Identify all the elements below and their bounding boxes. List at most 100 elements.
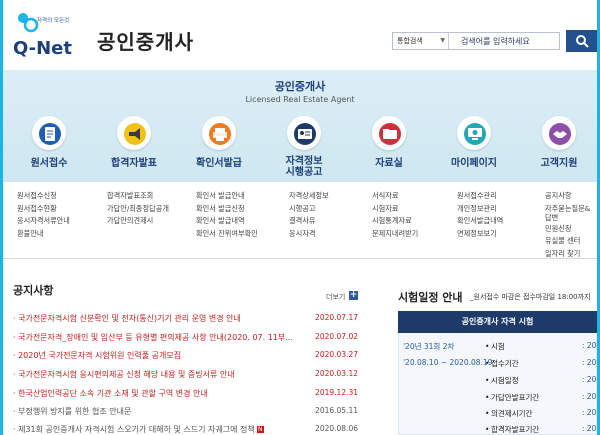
menu-qualification-info[interactable]: 자격정보 시행공고 [264, 116, 344, 178]
menu-mypage[interactable]: 마이페이지 [434, 116, 514, 169]
notice-row-date: 2016.05.11 [315, 406, 358, 415]
notice-row-date: 2020.07.02 [315, 332, 358, 341]
submenu-link[interactable]: 유실물 센터 [545, 235, 595, 248]
banner-title: 공인중개사 [274, 80, 326, 93]
schedule-note: _원서접수 마감은 접수마감일 18:00까지 [470, 293, 591, 301]
search-scope-select[interactable]: 통합검색 ▼ [393, 33, 449, 49]
submenu-link[interactable]: 가답안/최종정답공개 [107, 203, 187, 216]
id-card-icon [294, 123, 316, 145]
menu-application-label: 원서접수 [30, 158, 68, 169]
notice-row[interactable]: · 국가전문자격시험 응시편의제공 신청 해당 내용 및 증빙서류 안내 2020… [13, 369, 358, 386]
notice-row-date: 2020.03.12 [315, 369, 358, 378]
schedule-period: '20.08.10 ~ 2020.08.19 [403, 358, 493, 367]
menu-application-circle [32, 116, 66, 150]
notice-row[interactable]: · 국가전문자격시험 신분확인 및 전자(통신)기기 관리 운영 변경 안내 20… [13, 313, 358, 330]
submenu-link[interactable]: 문제지내려받기 [372, 228, 452, 241]
more-link[interactable]: 더보기 [326, 292, 345, 302]
menu-library-label: 자료실 [375, 158, 403, 169]
search-button[interactable] [566, 30, 597, 52]
schedule-title: 시험일정 안내 [398, 291, 463, 304]
schedule-row: • 시험: 20 [485, 341, 597, 351]
section-divider [3, 258, 597, 259]
logo-tagline: 자격의 모든것 [37, 16, 69, 24]
notice-row-title: · 제31회 공인중개사 자격시험 스오기가 대해하 및 스드기 자궤그에 정책… [13, 425, 264, 434]
submenu-link[interactable]: 확인서발급내역 [457, 215, 537, 228]
submenu-link[interactable]: 민원신청 [545, 223, 595, 236]
notice-row-title: · 국가전문자격시험 응시편의제공 신청 해당 내용 및 증빙서류 안내 [13, 370, 235, 379]
submenu-link[interactable]: 결격사유 [289, 215, 369, 228]
monitor-icon [464, 123, 486, 145]
printer-icon [209, 123, 231, 145]
menu-support[interactable]: 고객지원 [519, 116, 597, 169]
search-input[interactable] [453, 33, 559, 49]
submenu-library: 서식자료 시험자료 시험통계자료 문제지내려받기 [372, 190, 452, 240]
menu-qualification-info-circle [287, 116, 321, 150]
menu-results[interactable]: 합격자발표 [94, 116, 174, 169]
menu-application[interactable]: 원서접수 [9, 116, 89, 169]
submenu-certificate: 확인서 발급안내 확인서 발급신청 확인서 발급내역 확인서 진위여부확인 [196, 190, 276, 240]
notice-row[interactable]: · 국가전문자격_장애인 및 임산부 등 유형별 편의제공 사항 안내(2020… [13, 332, 358, 349]
submenu-link[interactable]: 가답안의견제시 [107, 215, 187, 228]
notice-row[interactable]: · 2020년 국가전문자격 시험위원 인력풀 공개모집 2020.03.27 [13, 350, 358, 367]
document-icon [39, 123, 61, 145]
submenu-link[interactable]: 합격자발표조회 [107, 190, 187, 203]
submenu-link[interactable]: 응시자격 [289, 228, 369, 241]
submenu-link[interactable]: 서식자료 [372, 190, 452, 203]
submenu-mypage: 원서접수관리 개인정보관리 확인서발급내역 면제정보보기 [457, 190, 537, 240]
notice-row-date: 2019.12.31 [315, 388, 358, 397]
menu-results-label: 합격자발표 [111, 158, 157, 169]
search-scope-label: 통합검색 [397, 37, 423, 45]
schedule-round[interactable]: '20년 31회 2차 [403, 341, 454, 352]
submenu-link[interactable]: 시험통계자료 [372, 215, 452, 228]
menu-results-circle [117, 116, 151, 150]
menu-library[interactable]: 자료실 [349, 116, 429, 169]
submenu-link[interactable]: 개인정보관리 [457, 203, 537, 216]
notice-row[interactable]: · 한국산업인력공단 소속 기관 소재 및 관할 구역 변경 안내 2019.12… [13, 388, 358, 405]
submenu-link[interactable]: 시행공고 [289, 203, 369, 216]
submenu-link[interactable]: 확인서 발급내역 [196, 215, 276, 228]
notice-row[interactable]: · 제31회 공인중개사 자격시험 스오기가 대해하 및 스드기 자궤그에 정책… [13, 424, 358, 435]
header: 자격의 모든것 Q-Net 공인중개사 통합검색 ▼ [3, 0, 597, 70]
submenu-link[interactable]: 공지사항 [545, 190, 595, 203]
banner-subtitle: Licensed Real Estate Agent [245, 95, 355, 104]
submenu-link[interactable]: 시험자료 [372, 203, 452, 216]
menu-mypage-label: 마이페이지 [451, 158, 497, 169]
qnet-logo[interactable]: 자격의 모든것 Q-Net [11, 12, 89, 62]
menu-certificate-label: 확인서발급 [196, 158, 242, 169]
handshake-icon [549, 123, 571, 145]
submenu-link[interactable]: 면제정보보기 [457, 228, 537, 241]
schedule-row: • 가답안발표기간: 20 [485, 392, 597, 402]
submenu-qualification-info: 자격상세정보 시행공고 결격사유 응시자격 [289, 190, 369, 240]
site-title: 공인중개사 [97, 30, 194, 54]
menu-support-label: 고객지원 [540, 158, 578, 169]
schedule-row: • 의견제시기간: 20 [485, 408, 597, 418]
submenu-link[interactable]: 확인서 발급신청 [196, 203, 276, 216]
notice-row-date: 2020.08.06 [315, 424, 358, 433]
menu-certificate-circle [202, 116, 236, 150]
schedule-row: • 접수기간: 20 [485, 358, 597, 368]
schedule-row: • 합격자발표기간: 20 [485, 424, 597, 434]
submenu-link[interactable]: 자격상세정보 [289, 190, 369, 203]
notice-row-date: 2020.07.17 [315, 313, 358, 322]
submenu-link[interactable]: 확인서 진위여부확인 [196, 228, 276, 241]
submenu-link[interactable]: 환불안내 [17, 228, 97, 241]
menu-support-circle [542, 116, 576, 150]
submenu-link[interactable]: 확인서 발급안내 [196, 190, 276, 203]
schedule-header: 공인중개사 자격 시험 [398, 311, 597, 333]
notice-row[interactable]: · 부정행위 방지를 위한 협조 안내문 2016.05.11 [13, 406, 358, 423]
submenu-link[interactable]: 응시자격서류안내 [17, 215, 97, 228]
notice-row-title: · 2020년 국가전문자격 시험위원 인력풀 공개모집 [13, 351, 182, 360]
submenu-link[interactable]: 원서접수신청 [17, 190, 97, 203]
notice-row-title: · 국가전문자격시험 신분확인 및 전자(통신)기기 관리 운영 변경 안내 [13, 314, 241, 323]
plus-icon[interactable]: + [349, 291, 358, 300]
menu-certificate[interactable]: 확인서발급 [179, 116, 259, 169]
submenu-link[interactable]: 원서접수현황 [17, 203, 97, 216]
submenu-support: 공지사항 자주묻는질문&답변 민원신청 유실물 센터 일자리 찾기 [545, 190, 595, 260]
submenu-link[interactable]: 자주묻는질문&답변 [545, 203, 595, 223]
search-box: 통합검색 ▼ [392, 32, 560, 50]
menu-mypage-circle [457, 116, 491, 150]
submenu-link[interactable]: 원서접수관리 [457, 190, 537, 203]
menu-library-circle [372, 116, 406, 150]
schedule-row: • 시험일정: 20 [485, 375, 597, 385]
chevron-down-icon: ▼ [440, 37, 445, 44]
